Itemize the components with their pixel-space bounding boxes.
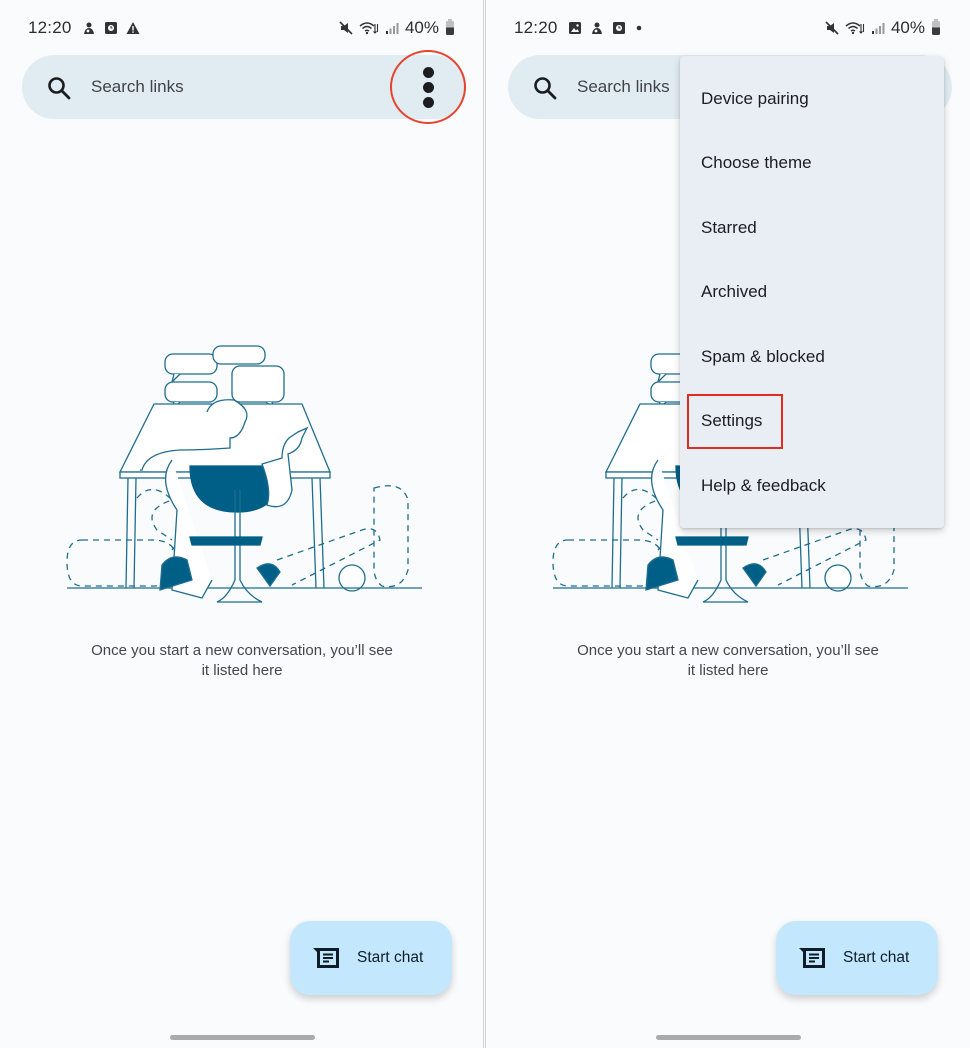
battery-percent: 40%: [890, 18, 925, 37]
signal-icon: [385, 23, 399, 34]
search-input[interactable]: Search links: [577, 77, 670, 97]
empty-state-line2: it listed here: [201, 662, 283, 679]
status-bar: 12:20 40%: [28, 14, 454, 42]
battery-icon: [932, 19, 940, 35]
settings-highlight-annotation: [687, 394, 783, 449]
screen-with-menu: 12:20 40% Search links Once you start a …: [486, 0, 970, 1048]
chat-message-icon: [799, 948, 825, 968]
search-icon: [48, 77, 71, 100]
more-options-button[interactable]: [390, 50, 466, 124]
menu-item-help-feedback[interactable]: Help & feedback: [680, 454, 944, 518]
empty-state-line1: Once you start a new conversation, you’l…: [91, 642, 393, 659]
dot-icon: [636, 25, 641, 31]
start-chat-label: Start chat: [843, 949, 910, 966]
more-vert-icon: [422, 66, 434, 78]
mascot-notification-icon: [591, 22, 602, 34]
menu-item-starred[interactable]: Starred: [680, 196, 944, 260]
empty-state-line2: it listed here: [687, 662, 769, 679]
more-vert-icon-dot: [422, 96, 434, 108]
battery-percent: 40%: [404, 18, 439, 37]
signal-icon: [871, 23, 885, 34]
warning-icon: [126, 22, 140, 34]
app-notification-icon: [104, 22, 117, 34]
app-notification-icon: [612, 22, 625, 34]
menu-item-archived[interactable]: Archived: [680, 260, 944, 324]
menu-item-spam-blocked[interactable]: Spam & blocked: [680, 325, 944, 389]
overflow-menu: Device pairing Choose theme Starred Arch…: [680, 56, 944, 528]
wifi-icon: [359, 22, 379, 35]
status-time: 12:20: [28, 18, 72, 37]
mute-icon: [825, 21, 839, 35]
status-time: 12:20: [514, 18, 558, 37]
home-indicator[interactable]: [656, 1035, 801, 1040]
more-vert-icon-dot: [422, 81, 434, 93]
search-bar[interactable]: Search links: [22, 50, 466, 124]
chat-message-icon: [313, 948, 339, 968]
start-chat-button[interactable]: Start chat: [776, 921, 938, 995]
empty-state-text: Once you start a new conversation, you’l…: [486, 641, 970, 681]
search-input[interactable]: Search links: [91, 77, 184, 97]
start-chat-label: Start chat: [357, 949, 424, 966]
status-bar: 12:20 40%: [514, 14, 940, 42]
wifi-icon: [845, 22, 865, 35]
menu-item-device-pairing[interactable]: Device pairing: [680, 67, 944, 131]
start-chat-button[interactable]: Start chat: [290, 921, 452, 995]
empty-state-line1: Once you start a new conversation, you’l…: [577, 642, 879, 659]
search-icon: [534, 77, 557, 100]
home-indicator[interactable]: [170, 1035, 315, 1040]
screen-conversations: 12:20 40% Search links Once you start a …: [0, 0, 484, 1048]
menu-item-choose-theme[interactable]: Choose theme: [680, 131, 944, 195]
image-notification-icon: [568, 22, 581, 34]
empty-state-illustration: [66, 345, 422, 603]
mute-icon: [339, 21, 353, 35]
empty-state-text: Once you start a new conversation, you’l…: [0, 641, 484, 681]
mascot-notification-icon: [83, 22, 94, 34]
battery-icon: [446, 19, 454, 35]
